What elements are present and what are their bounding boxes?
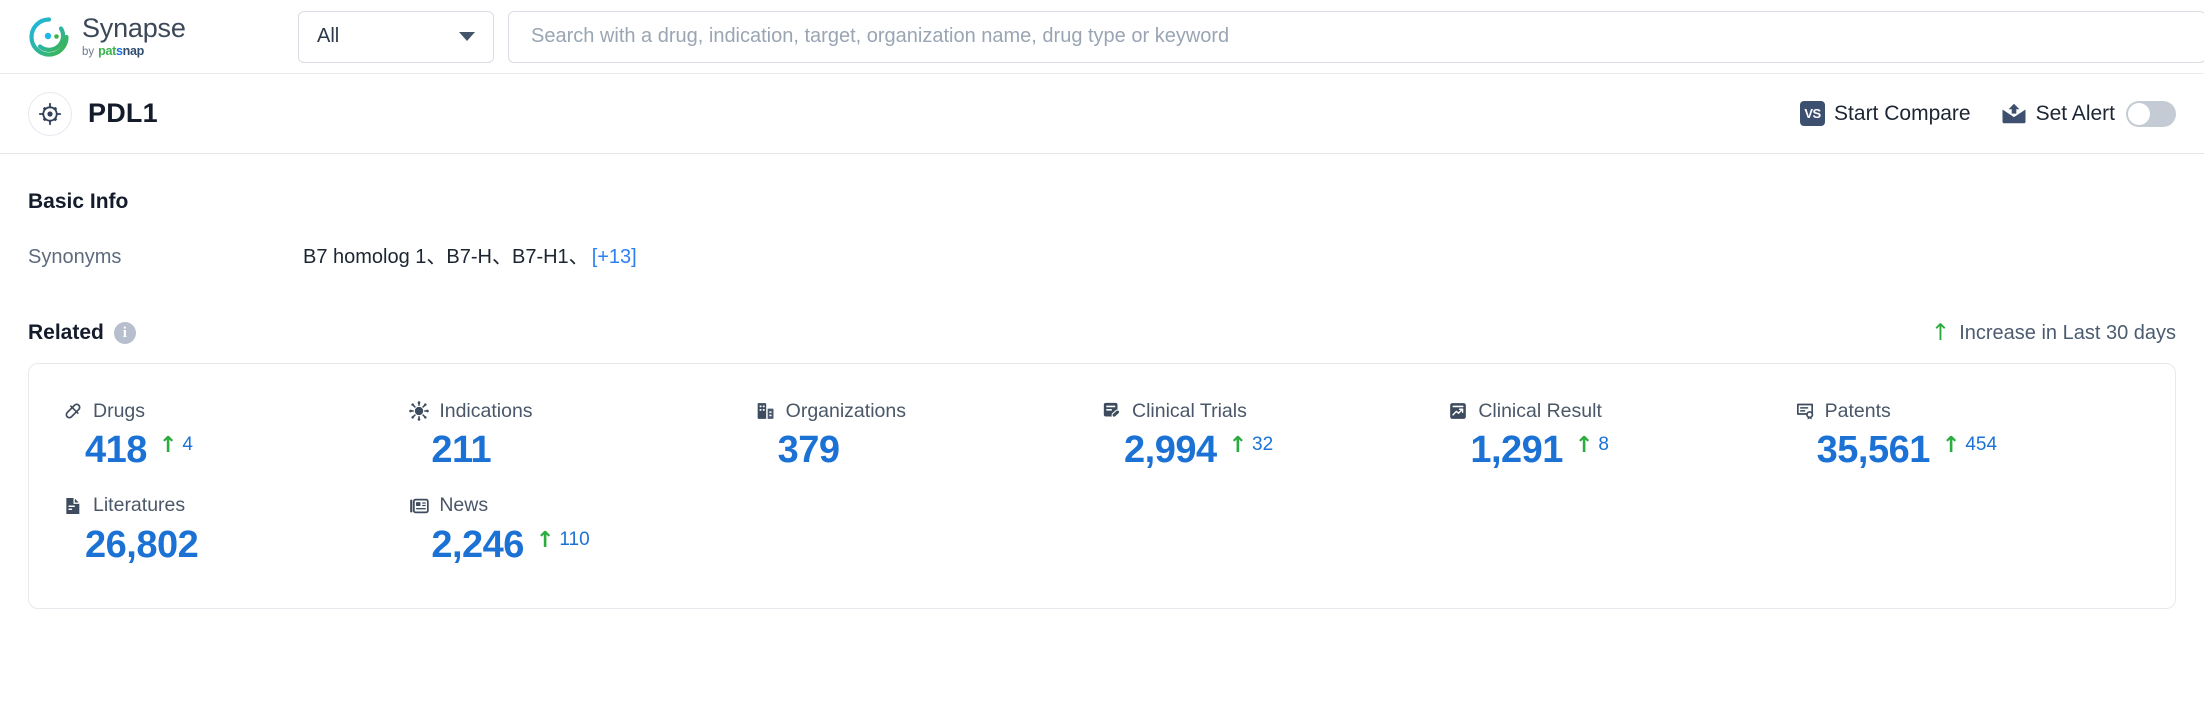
related-heading: Related	[28, 321, 104, 344]
stat-value[interactable]: 2,246	[431, 523, 524, 568]
toggle-knob	[2128, 102, 2150, 125]
related-header: Related i ↑ Increase in Last 30 days	[28, 321, 2176, 345]
basic-info-heading: Basic Info	[28, 190, 129, 213]
stat-organizations: Organizations 379	[756, 398, 1102, 473]
stat-delta: ↑ 32	[1228, 433, 1274, 458]
synonyms-more-link[interactable]: [+13]	[592, 246, 637, 268]
stat-delta-value: 8	[1598, 434, 1609, 455]
building-icon	[756, 401, 776, 421]
stat-label: Clinical Trials	[1132, 399, 1247, 422]
start-compare-button[interactable]: VS Start Compare	[1800, 101, 1971, 126]
synonyms-row: Synonyms B7 homolog 1、B7-H、B7-H1、 [+13]	[28, 240, 2176, 269]
vs-icon: VS	[1800, 101, 1826, 126]
patent-seal-icon	[1795, 401, 1815, 421]
arrow-up-icon: ↑	[1941, 433, 1961, 458]
target-icon	[28, 91, 72, 136]
stat-label: Patents	[1824, 399, 1891, 422]
brand-logo[interactable]: Synapse by patsnap	[28, 12, 278, 59]
stat-delta-value: 32	[1252, 434, 1274, 455]
stat-literatures: Literatures 26,802	[63, 493, 409, 568]
global-header: Synapse by patsnap All	[0, 0, 2204, 74]
related-legend-label: Increase in Last 30 days	[1959, 321, 2176, 344]
stat-clinical-result: Clinical Result 1,291 ↑ 8	[1448, 398, 1794, 473]
stat-drugs: Drugs 418 ↑ 4	[63, 398, 409, 473]
stat-indications: Indications 211	[409, 398, 755, 473]
stat-patents: Patents 35,561 ↑ 454	[1795, 398, 2141, 473]
stat-value[interactable]: 211	[431, 428, 491, 473]
related-legend: ↑ Increase in Last 30 days	[1930, 319, 2176, 346]
trial-document-icon	[1102, 401, 1122, 421]
arrow-up-icon: ↑	[1574, 433, 1594, 458]
stat-value[interactable]: 379	[778, 428, 840, 473]
stat-value[interactable]: 35,561	[1817, 428, 1931, 473]
stat-delta: ↑ 8	[1574, 433, 1609, 458]
arrow-up-icon: ↑	[1930, 319, 1951, 346]
stat-delta: ↑ 454	[1941, 433, 1998, 458]
stat-value[interactable]: 1,291	[1470, 428, 1563, 473]
synapse-logo-icon	[28, 16, 70, 58]
stat-label: Drugs	[93, 399, 146, 422]
brand-patsnap-part1: pat	[98, 43, 117, 58]
search-input[interactable]	[531, 25, 2183, 48]
mail-alert-icon	[2001, 103, 2027, 125]
related-stats-grid: Drugs 418 ↑ 4 Indications 211 Organizati…	[63, 398, 2141, 568]
synonyms-label: Synonyms	[28, 246, 122, 268]
stat-delta: ↑ 110	[535, 527, 590, 553]
main-content: Basic Info Synonyms B7 homolog 1、B7-H、B7…	[0, 190, 2204, 609]
entity-header: PDL1 VS Start Compare Set Alert	[0, 74, 2204, 154]
info-icon[interactable]: i	[113, 322, 136, 344]
stat-value[interactable]: 418	[85, 428, 147, 473]
pill-icon	[63, 401, 83, 421]
brand-name: Synapse	[82, 12, 186, 43]
brand-patsnap-part3: nap	[122, 43, 145, 58]
stat-clinical-trials: Clinical Trials 2,994 ↑ 32	[1102, 398, 1448, 473]
stat-delta-value: 4	[182, 434, 193, 455]
result-chart-icon	[1448, 401, 1468, 421]
set-alert-label: Set Alert	[2035, 101, 2115, 125]
stat-label: News	[439, 494, 489, 517]
literature-icon	[63, 496, 83, 516]
brand-by-label: by	[82, 45, 95, 58]
global-search-box[interactable]	[508, 10, 2204, 63]
set-alert-toggle[interactable]	[2126, 100, 2176, 127]
stat-value[interactable]: 2,994	[1124, 428, 1217, 473]
virus-icon	[409, 401, 430, 421]
stat-delta-value: 110	[559, 528, 590, 550]
synonyms-text: B7 homolog 1、B7-H、B7-H1、	[303, 246, 589, 268]
stat-label: Organizations	[785, 399, 906, 422]
search-scope-value: All	[317, 25, 340, 47]
synonyms-value: B7 homolog 1、B7-H、B7-H1、 [+13]	[303, 240, 637, 269]
stat-label: Literatures	[93, 494, 186, 517]
stat-delta: ↑ 4	[158, 433, 193, 458]
search-scope-select[interactable]: All	[298, 10, 494, 63]
news-icon	[409, 496, 430, 516]
stat-news: News 2,246 ↑ 110	[409, 493, 755, 568]
brand-patsnap-part2: s	[116, 43, 123, 58]
start-compare-label: Start Compare	[1834, 101, 1971, 125]
stat-label: Indications	[439, 399, 533, 422]
arrow-up-icon: ↑	[158, 433, 178, 458]
related-stats-card: Drugs 418 ↑ 4 Indications 211 Organizati…	[28, 363, 2176, 609]
arrow-up-icon: ↑	[1228, 433, 1248, 458]
page-title: PDL1	[88, 98, 158, 128]
set-alert-button[interactable]: Set Alert	[2001, 100, 2176, 127]
stat-delta-value: 454	[1965, 434, 1998, 455]
chevron-down-icon	[459, 32, 475, 41]
stat-label: Clinical Result	[1478, 399, 1602, 422]
arrow-up-icon: ↑	[535, 527, 555, 553]
stat-value[interactable]: 26,802	[85, 523, 199, 568]
